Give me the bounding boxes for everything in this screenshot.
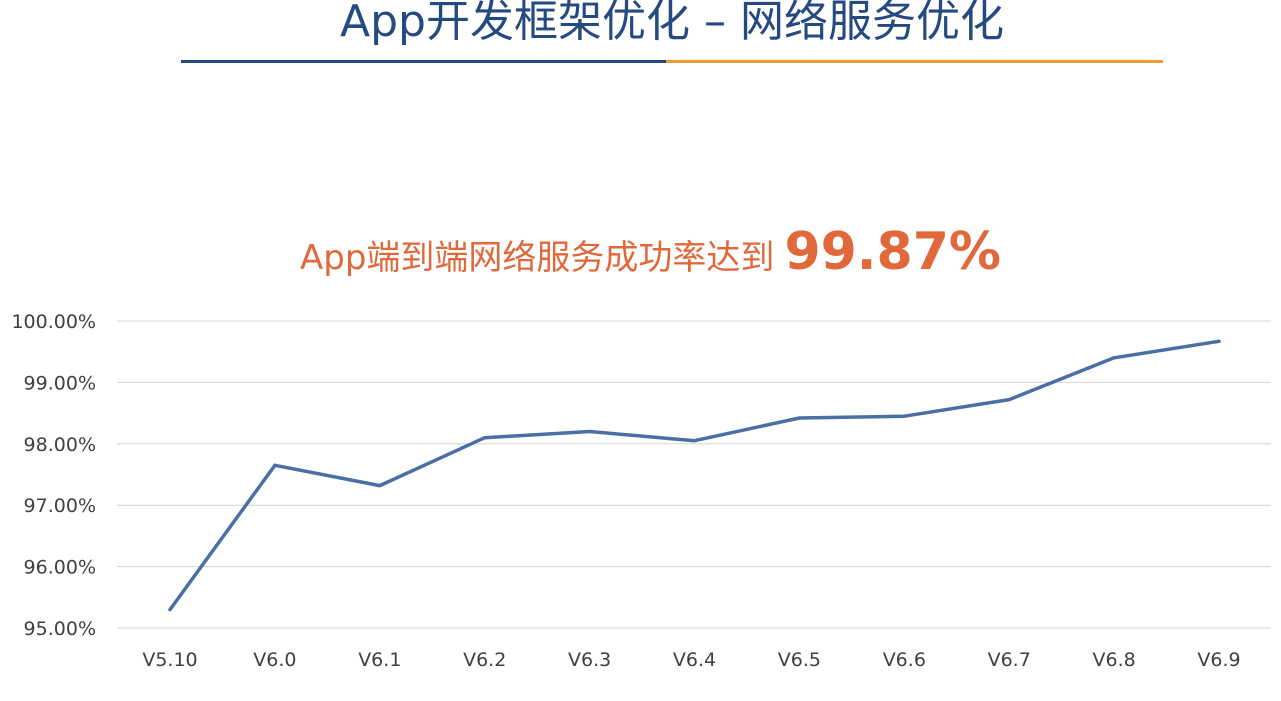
x-tick-label: V6.9	[1197, 649, 1240, 671]
x-tick-label: V6.2	[463, 649, 506, 671]
x-tick-label: V6.6	[883, 649, 926, 671]
x-tick-label: V6.7	[988, 649, 1031, 671]
y-tick-label: 98.00%	[24, 434, 96, 456]
data-point	[588, 430, 592, 434]
series-line	[168, 339, 1221, 612]
x-tick-label: V6.1	[358, 649, 401, 671]
x-tick-label: V6.0	[253, 649, 296, 671]
x-tick-label: V6.5	[778, 649, 821, 671]
x-tick-label: V6.8	[1092, 649, 1135, 671]
y-tick-label: 99.00%	[24, 372, 96, 394]
line-chart: 100.00% 99.00% 98.00% 97.00% 96.00% 95.00% V5.…	[11, 311, 1271, 671]
y-tick-label: 95.00%	[24, 618, 96, 640]
data-point	[168, 608, 172, 612]
data-point	[483, 436, 487, 440]
y-tick-label: 100.00%	[11, 311, 96, 333]
data-point	[1112, 356, 1116, 360]
x-tick-label: V5.10	[142, 649, 197, 671]
data-point	[797, 416, 801, 420]
x-tick-label: V6.3	[568, 649, 611, 671]
data-point	[693, 439, 696, 443]
data-point	[902, 414, 906, 418]
y-tick-label: 97.00%	[24, 495, 96, 517]
data-point	[273, 463, 277, 467]
x-tick-label: V6.4	[673, 649, 716, 671]
data-point	[1217, 339, 1221, 343]
y-tick-label: 96.00%	[24, 557, 96, 579]
data-point	[378, 484, 382, 488]
data-point	[1007, 398, 1011, 402]
